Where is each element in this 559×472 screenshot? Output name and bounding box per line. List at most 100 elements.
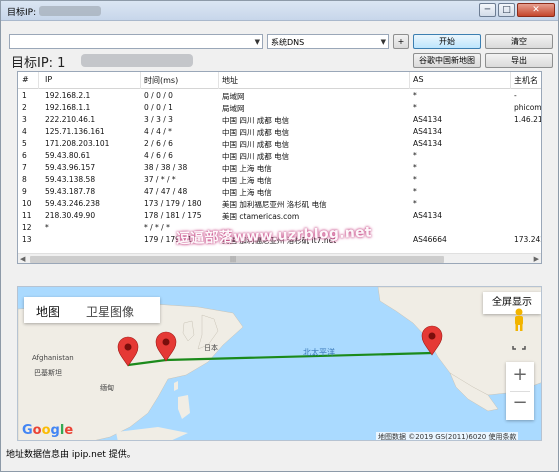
cell-ip: 59.43.96.157 (45, 163, 96, 172)
cell-time: 3 / 3 / 3 (144, 115, 173, 124)
cell-ip: 192.168.2.1 (45, 91, 91, 100)
cell-time: 0 / 0 / 1 (144, 103, 173, 112)
cell-no: 2 (22, 103, 27, 112)
cell-as: AS46664 (413, 235, 447, 244)
cell-no: 11 (22, 211, 32, 220)
cell-as: AS4134 (413, 211, 442, 220)
chevron-down-icon[interactable]: ▼ (255, 38, 260, 46)
tab-satellite[interactable]: 卫星图像 (86, 303, 134, 320)
zoom-out-button[interactable]: − (506, 392, 534, 413)
column-divider[interactable] (510, 72, 511, 89)
add-button[interactable]: + (393, 34, 409, 49)
col-header-time[interactable]: 时间(ms) (144, 75, 178, 86)
window-title: 目标IP: (7, 8, 37, 18)
cell-time: 4 / 4 / * (144, 127, 172, 136)
cell-ip: 222.210.46.1 (45, 115, 96, 124)
column-divider[interactable] (38, 72, 39, 89)
cell-no: 7 (22, 163, 27, 172)
start-button[interactable]: 开始 (413, 34, 481, 49)
cell-no: 12 (22, 223, 32, 232)
table-row[interactable]: 7 59.43.96.157 38 / 38 / 38 中国 上海 电信 * (18, 163, 541, 174)
cell-addr: 中国 四川 成都 电信 (222, 128, 290, 137)
col-header-as[interactable]: AS (413, 75, 424, 84)
cell-addr: 中国 四川 成都 电信 (222, 140, 290, 149)
cell-time: 0 / 0 / 0 (144, 91, 173, 100)
cell-as: * (413, 163, 417, 172)
table-header: # IP 时间(ms) 地址 AS 主机名 (18, 72, 541, 89)
ocean-label: 北太平洋 (303, 348, 335, 357)
maximize-icon: □ (502, 5, 511, 15)
pakistan-label: 巴基斯坦 (34, 369, 62, 377)
cell-addr: 中国 上海 电信 (222, 176, 272, 185)
col-header-address[interactable]: 地址 (222, 75, 238, 86)
maximize-button[interactable]: □ (498, 3, 515, 17)
cell-as: AS4134 (413, 139, 442, 148)
table-row[interactable]: 3 222.210.46.1 3 / 3 / 3 中国 四川 成都 电信 AS4134 1… (18, 115, 541, 126)
cell-as: * (413, 91, 417, 100)
tab-map[interactable]: 地图 (36, 303, 60, 320)
col-header-no[interactable]: # (22, 75, 29, 84)
scroll-right-icon[interactable]: ▶ (534, 255, 539, 263)
cell-addr: 美国 加利福尼亚州 洛杉矶 电信 (222, 200, 327, 209)
trace-table[interactable]: # IP 时间(ms) 地址 AS 主机名 1 192.168.2.1 0 / 0 … (17, 71, 542, 264)
cell-no: 3 (22, 115, 27, 124)
cell-ip: * (45, 223, 49, 232)
zoom-in-button[interactable]: + (506, 364, 534, 385)
cell-no: 1 (22, 91, 27, 100)
scrollbar-grip: ||| (230, 256, 237, 263)
cell-addr: 中国 四川 成都 电信 (222, 152, 290, 161)
cell-host: - (514, 91, 517, 100)
scroll-left-icon[interactable]: ◀ (20, 255, 25, 263)
cell-ip: 171.208.203.101 (45, 139, 110, 148)
column-divider[interactable] (409, 72, 410, 89)
cell-no: 8 (22, 175, 27, 184)
table-row[interactable]: 5 171.208.203.101 2 / 6 / 6 中国 四川 成都 电信 AS41… (18, 139, 541, 150)
cell-host: phicomm (514, 103, 542, 112)
myanmar-label: 缅甸 (100, 384, 114, 392)
cell-time: 37 / * / * (144, 175, 176, 184)
afghanistan-label: Afghanistan (32, 354, 74, 362)
google-logo[interactable]: Google (22, 423, 73, 438)
map-copyright[interactable]: 地图数据 ©2019 GS(2011)6020 使用条款 (376, 432, 519, 440)
cell-time: * / * / * (144, 223, 170, 232)
cell-no: 10 (22, 199, 32, 208)
scrollbar-thumb[interactable]: ||| (30, 256, 444, 263)
clear-button[interactable]: 清空 (485, 34, 553, 49)
table-row[interactable]: 2 192.168.1.1 0 / 0 / 1 局域网 * phicomm (18, 103, 542, 114)
table-row[interactable]: 1 192.168.2.1 0 / 0 / 0 局域网 * - (18, 91, 541, 102)
main-window: 目标IP: ─ □ ✕ ▼ 系统DNS ▼ + 开始 清空 谷歌中国新地图 导出… (0, 0, 559, 472)
cell-addr: 中国 上海 电信 (222, 164, 272, 173)
col-header-hostname[interactable]: 主机名 (514, 75, 538, 86)
column-divider[interactable] (140, 72, 141, 89)
close-icon: ✕ (532, 5, 540, 15)
table-row[interactable]: 11 218.30.49.90 178 / 181 / 175 美国 ctameric… (18, 211, 541, 222)
cell-as: * (413, 175, 417, 184)
column-divider[interactable] (218, 72, 219, 89)
pegman-icon[interactable] (512, 308, 526, 332)
cell-time: 4 / 6 / 6 (144, 151, 173, 160)
table-row[interactable]: 9 59.43.187.78 47 / 47 / 48 中国 上海 电信 * (18, 187, 541, 198)
cell-ip: 59.43.80.61 (45, 151, 91, 160)
export-button[interactable]: 导出 (485, 53, 553, 68)
fullscreen-corner-icon[interactable] (512, 338, 526, 350)
cell-as: * (413, 199, 417, 208)
title-bar: 目标IP: ─ □ ✕ (1, 1, 558, 21)
cell-addr: 中国 上海 电信 (222, 188, 272, 197)
google-map-button[interactable]: 谷歌中国新地图 (413, 53, 481, 68)
route-map[interactable]: 北太平洋 日本 Afghanistan 巴基斯坦 缅甸 地图 卫星图像 全屏显示… (17, 286, 542, 441)
cell-ip: 59.43.246.238 (45, 199, 100, 208)
horizontal-scrollbar[interactable]: ◀ ||| ▶ (18, 253, 541, 263)
host-input[interactable]: ▼ (9, 34, 263, 49)
dns-select[interactable]: 系统DNS ▼ (267, 34, 389, 49)
table-row[interactable]: 6 59.43.80.61 4 / 6 / 6 中国 四川 成都 电信 * (18, 151, 541, 162)
table-row[interactable]: 4 125.71.136.161 4 / 4 / * 中国 四川 成都 电信 AS413… (18, 127, 541, 138)
target-ip-label: 目标IP: 1 (11, 56, 66, 71)
zoom-control: + − (506, 362, 534, 420)
table-row[interactable]: 10 59.43.246.238 173 / 179 / 180 美国 加利福尼亚州 … (18, 199, 541, 210)
close-button[interactable]: ✕ (517, 3, 555, 17)
footer-attribution: 地址数据信息由 ipip.net 提供。 (6, 450, 136, 460)
table-row[interactable]: 8 59.43.138.58 37 / * / * 中国 上海 电信 * (18, 175, 541, 186)
minimize-button[interactable]: ─ (479, 3, 496, 17)
col-header-ip[interactable]: IP (45, 75, 52, 84)
chevron-down-icon[interactable]: ▼ (381, 38, 386, 46)
